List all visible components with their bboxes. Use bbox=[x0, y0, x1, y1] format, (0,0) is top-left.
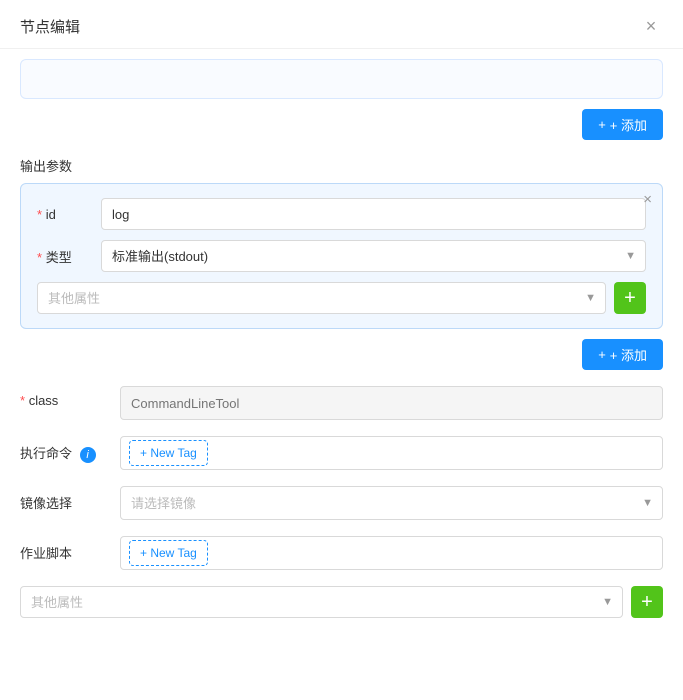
image-form-row: 镜像选择 请选择镜像 ▼ bbox=[20, 486, 663, 520]
plus-icon: + bbox=[598, 117, 606, 132]
top-add-btn-row: + + 添加 bbox=[20, 109, 663, 140]
other-props-add-button[interactable]: + bbox=[614, 282, 646, 314]
image-control: 请选择镜像 ▼ bbox=[120, 486, 663, 520]
output-add-button[interactable]: + + 添加 bbox=[582, 339, 663, 370]
script-tag-input[interactable]: + New Tag bbox=[120, 536, 663, 570]
script-new-tag-label: + New Tag bbox=[140, 546, 197, 560]
type-select-wrapper: 标准输出(stdout) 标准错误(stderr) 文件输出 ▼ bbox=[101, 240, 646, 272]
top-partial-section bbox=[20, 59, 663, 99]
class-label: * class bbox=[20, 386, 120, 408]
class-form-row: * class bbox=[20, 386, 663, 420]
top-add-btn-label: + 添加 bbox=[610, 115, 647, 134]
output-add-btn-row: + + 添加 bbox=[20, 339, 663, 370]
script-label-text: 作业脚本 bbox=[20, 546, 72, 561]
script-form-row: 作业脚本 + New Tag bbox=[20, 536, 663, 570]
image-label-text: 镜像选择 bbox=[20, 496, 72, 511]
output-section: 输出参数 × * id * 类型 bbox=[20, 156, 663, 370]
image-select-wrapper: 请选择镜像 ▼ bbox=[120, 486, 663, 520]
bottom-other-props-row: 其他属性 ▼ + bbox=[20, 586, 663, 618]
dialog: 节点编辑 × + + 添加 输出参数 × * id bbox=[0, 0, 683, 700]
id-field-label: * id bbox=[37, 207, 101, 222]
id-label-text: id bbox=[46, 207, 56, 222]
script-control: + New Tag bbox=[120, 536, 663, 570]
close-button[interactable]: × bbox=[639, 14, 663, 38]
other-props-select[interactable]: 其他属性 bbox=[37, 282, 606, 314]
top-add-button[interactable]: + + 添加 bbox=[582, 109, 663, 140]
execute-cmd-tag-input[interactable]: + New Tag bbox=[120, 436, 663, 470]
class-control bbox=[120, 386, 663, 420]
close-card-button[interactable]: × bbox=[643, 192, 652, 207]
output-section-title: 输出参数 bbox=[20, 159, 72, 174]
bottom-other-props-select-wrapper: 其他属性 ▼ bbox=[20, 586, 623, 618]
dialog-header: 节点编辑 × bbox=[0, 0, 683, 49]
execute-cmd-label-text: 执行命令 bbox=[20, 446, 72, 461]
execute-cmd-new-tag-label: + New Tag bbox=[140, 446, 197, 460]
id-field-row: * id bbox=[37, 198, 646, 230]
bottom-green-plus-icon: + bbox=[641, 592, 653, 612]
output-add-btn-label: + 添加 bbox=[610, 345, 647, 364]
image-label: 镜像选择 bbox=[20, 486, 120, 512]
bottom-other-props-select[interactable]: 其他属性 bbox=[20, 586, 623, 618]
dialog-body: + + 添加 输出参数 × * id bbox=[0, 49, 683, 638]
type-select[interactable]: 标准输出(stdout) 标准错误(stderr) 文件输出 bbox=[101, 240, 646, 272]
execute-cmd-control: + New Tag bbox=[120, 436, 663, 470]
image-select[interactable]: 请选择镜像 bbox=[120, 486, 663, 520]
execute-cmd-form-row: 执行命令 i + New Tag bbox=[20, 436, 663, 470]
output-section-label: 输出参数 bbox=[20, 156, 663, 175]
other-props-select-wrapper: 其他属性 ▼ bbox=[37, 282, 606, 314]
output-card: × * id * 类型 标准输出(stdout) bbox=[20, 183, 663, 329]
type-field-row: * 类型 标准输出(stdout) 标准错误(stderr) 文件输出 ▼ bbox=[37, 240, 646, 272]
script-label: 作业脚本 bbox=[20, 536, 120, 562]
class-input[interactable] bbox=[120, 386, 663, 420]
type-label-text: 类型 bbox=[46, 250, 72, 265]
execute-cmd-new-tag-button[interactable]: + New Tag bbox=[129, 440, 208, 466]
execute-cmd-label: 执行命令 i bbox=[20, 436, 120, 463]
id-input[interactable] bbox=[101, 198, 646, 230]
class-label-text: class bbox=[29, 393, 59, 408]
bottom-other-props-add-button[interactable]: + bbox=[631, 586, 663, 618]
execute-cmd-info-icon[interactable]: i bbox=[80, 447, 96, 463]
dialog-title: 节点编辑 bbox=[20, 16, 80, 37]
green-plus-icon: + bbox=[624, 288, 636, 308]
other-props-row: 其他属性 ▼ + bbox=[37, 282, 646, 314]
type-field-label: * 类型 bbox=[37, 247, 101, 266]
script-new-tag-button[interactable]: + New Tag bbox=[129, 540, 208, 566]
output-plus-icon: + bbox=[598, 347, 606, 362]
